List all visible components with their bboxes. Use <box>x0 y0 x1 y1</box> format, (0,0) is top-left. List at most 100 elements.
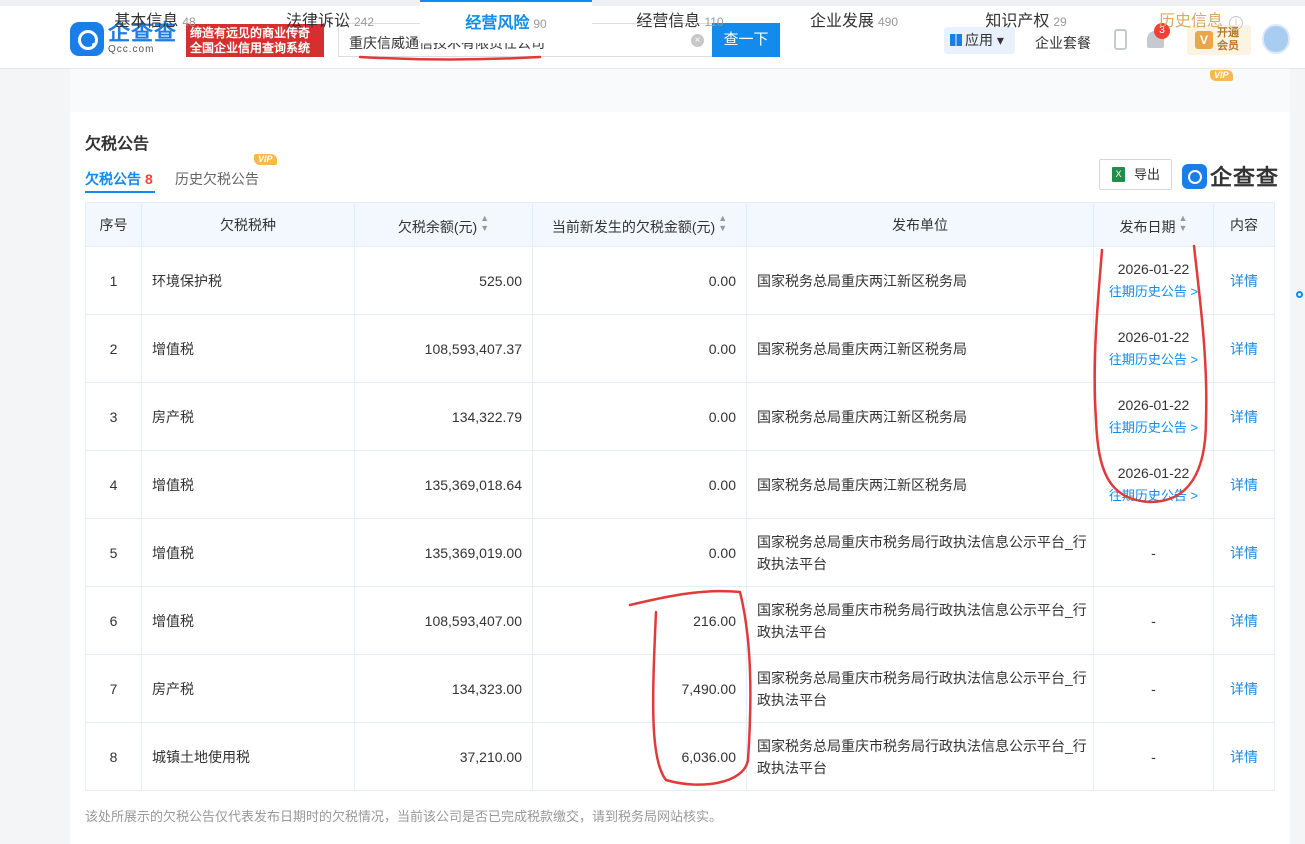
cell-date: 2026-01-22 往期历史公告 > <box>1093 246 1214 315</box>
detail-link[interactable]: 详情 <box>1213 654 1275 723</box>
history-link[interactable]: 往期历史公告 > <box>1094 281 1213 300</box>
cell-tax-type: 环境保护税 <box>141 246 355 315</box>
tab-basic-info[interactable]: 基本信息 48 <box>70 0 240 43</box>
cell-new-amount: 0.00 <box>532 314 747 383</box>
tab-history[interactable]: 历史信息 i <box>1112 0 1290 43</box>
col-balance-label: 欠税余额(元) <box>397 218 478 235</box>
history-link[interactable]: 往期历史公告 > <box>1094 417 1213 436</box>
brand-name: 企查查 <box>1210 165 1280 190</box>
cell-tax-type: 房产税 <box>141 654 355 723</box>
table-row: 2 增值税 108,593,407.37 0.00 国家税务总局重庆两江新区税务… <box>85 314 1275 383</box>
cell-publisher: 国家税务总局重庆市税务局行政执法信息公示平台_行政执法平台 <box>746 518 1094 587</box>
col-new-amount[interactable]: 当前新发生的欠税金额(元)▲ ▼ <box>532 202 747 247</box>
cell-index: 1 <box>85 246 142 315</box>
col-tax-type: 欠税税种 <box>141 202 355 247</box>
cell-balance: 134,322.79 <box>354 382 533 451</box>
detail-link[interactable]: 详情 <box>1213 246 1275 315</box>
tab-business-info[interactable]: 经营信息 110 <box>592 0 768 43</box>
col-date[interactable]: 发布日期▲ ▼ <box>1093 202 1214 247</box>
detail-link[interactable]: 详情 <box>1213 586 1275 655</box>
detail-link[interactable]: 详情 <box>1213 722 1275 791</box>
tab-litigation[interactable]: 法律诉讼 242 <box>240 0 420 43</box>
date-value: - <box>1151 612 1156 629</box>
history-link[interactable]: 往期历史公告 > <box>1094 485 1213 504</box>
cell-date: - <box>1093 654 1214 723</box>
subtab-tax-arrears[interactable]: 欠税公告 8 <box>85 169 153 189</box>
col-balance[interactable]: 欠税余额(元)▲ ▼ <box>354 202 533 247</box>
tab-label: 企业发展 <box>809 13 874 30</box>
brand-watermark: 企查查 <box>1182 160 1279 192</box>
cell-publisher: 国家税务总局重庆两江新区税务局 <box>746 450 1094 519</box>
cell-index: 3 <box>85 382 142 451</box>
cell-publisher: 国家税务总局重庆市税务局行政执法信息公示平台_行政执法平台 <box>746 654 1094 723</box>
date-value: 2026-01-22 <box>1117 397 1190 413</box>
table-row: 8 城镇土地使用税 37,210.00 6,036.00 国家税务总局重庆市税务… <box>85 722 1275 791</box>
tab-bar <box>70 69 1290 112</box>
table-row: 6 增值税 108,593,407.00 216.00 国家税务总局重庆市税务局… <box>85 586 1275 655</box>
cell-date: - <box>1093 722 1214 791</box>
cell-balance: 525.00 <box>354 246 533 315</box>
detail-link[interactable]: 详情 <box>1213 450 1275 519</box>
cell-publisher: 国家税务总局重庆市税务局行政执法信息公示平台_行政执法平台 <box>746 722 1094 791</box>
vip-badge-history: VIP <box>254 154 277 165</box>
cell-new-amount: 216.00 <box>532 586 747 655</box>
subtab-underline <box>85 191 155 193</box>
scroll-indicator-icon[interactable] <box>1296 291 1303 298</box>
vip-badge: VIP <box>1210 70 1233 81</box>
tab-count: 48 <box>182 15 196 29</box>
detail-link[interactable]: 详情 <box>1213 518 1275 587</box>
brand-logo-icon <box>1182 163 1207 189</box>
detail-link[interactable]: 详情 <box>1213 314 1275 383</box>
info-icon[interactable]: i <box>1229 16 1243 30</box>
cell-publisher: 国家税务总局重庆两江新区税务局 <box>746 314 1094 383</box>
sort-icon[interactable]: ▲ ▼ <box>1179 213 1188 233</box>
cell-new-amount: 0.00 <box>532 450 747 519</box>
cell-balance: 135,369,019.00 <box>354 518 533 587</box>
tax-arrears-table: 序号 欠税税种 欠税余额(元)▲ ▼ 当前新发生的欠税金额(元)▲ ▼ 发布单位 发… <box>85 202 1275 791</box>
tab-ip[interactable]: 知识产权 29 <box>940 0 1112 43</box>
table-row: 5 增值税 135,369,019.00 0.00 国家税务总局重庆市税务局行政… <box>85 518 1275 587</box>
cell-tax-type: 增值税 <box>141 450 355 519</box>
tab-count: 242 <box>353 15 375 29</box>
cell-index: 4 <box>85 450 142 519</box>
sort-icon[interactable]: ▲ ▼ <box>718 213 727 233</box>
export-button[interactable]: X 导出 <box>1099 159 1172 190</box>
history-link[interactable]: 往期历史公告 > <box>1094 349 1213 368</box>
cell-new-amount: 0.00 <box>532 518 747 587</box>
cell-index: 7 <box>85 654 142 723</box>
tax-arrears-panel: 欠税公告 欠税公告 8 历史欠税公告 VIP X 导出 企查查 序号 欠税税种 欠… <box>70 112 1290 844</box>
cell-publisher: 国家税务总局重庆两江新区税务局 <box>746 382 1094 451</box>
col-content: 内容 <box>1213 202 1275 247</box>
excel-icon: X <box>1112 167 1125 182</box>
tab-label: 经营信息 <box>636 13 701 30</box>
tab-label: 经营风险 <box>465 15 530 32</box>
date-value: - <box>1151 748 1156 765</box>
cell-date: 2026-01-22 往期历史公告 > <box>1093 314 1214 383</box>
date-value: 2026-01-22 <box>1117 261 1190 277</box>
cell-date: - <box>1093 586 1214 655</box>
tab-development[interactable]: 企业发展 490 <box>768 0 940 43</box>
cell-tax-type: 增值税 <box>141 314 355 383</box>
table-row: 1 环境保护税 525.00 0.00 国家税务总局重庆两江新区税务局 2026… <box>85 246 1275 315</box>
tab-business-risk[interactable]: 经营风险 90 <box>420 0 592 43</box>
cell-tax-type: 城镇土地使用税 <box>141 722 355 791</box>
cell-tax-type: 增值税 <box>141 586 355 655</box>
tab-count: 490 <box>877 15 899 29</box>
cell-publisher: 国家税务总局重庆两江新区税务局 <box>746 246 1094 315</box>
table-header-row: 序号 欠税税种 欠税余额(元)▲ ▼ 当前新发生的欠税金额(元)▲ ▼ 发布单位 发… <box>85 202 1275 247</box>
tab-count: 29 <box>1053 15 1067 29</box>
cell-date: 2026-01-22 往期历史公告 > <box>1093 450 1214 519</box>
cell-date: - <box>1093 518 1214 587</box>
subtab-count: 8 <box>145 171 153 187</box>
tab-label: 法律诉讼 <box>285 13 350 30</box>
detail-link[interactable]: 详情 <box>1213 382 1275 451</box>
cell-tax-type: 房产税 <box>141 382 355 451</box>
cell-balance: 108,593,407.37 <box>354 314 533 383</box>
tab-label: 历史信息 <box>1158 13 1223 30</box>
cell-index: 2 <box>85 314 142 383</box>
subtab-history-arrears[interactable]: 历史欠税公告 <box>175 169 259 189</box>
cell-publisher: 国家税务总局重庆市税务局行政执法信息公示平台_行政执法平台 <box>746 586 1094 655</box>
col-date-label: 发布日期 <box>1119 218 1176 235</box>
sort-icon[interactable]: ▲ ▼ <box>480 213 489 233</box>
slogan-line2: 全国企业信用查询系统 <box>190 41 311 55</box>
